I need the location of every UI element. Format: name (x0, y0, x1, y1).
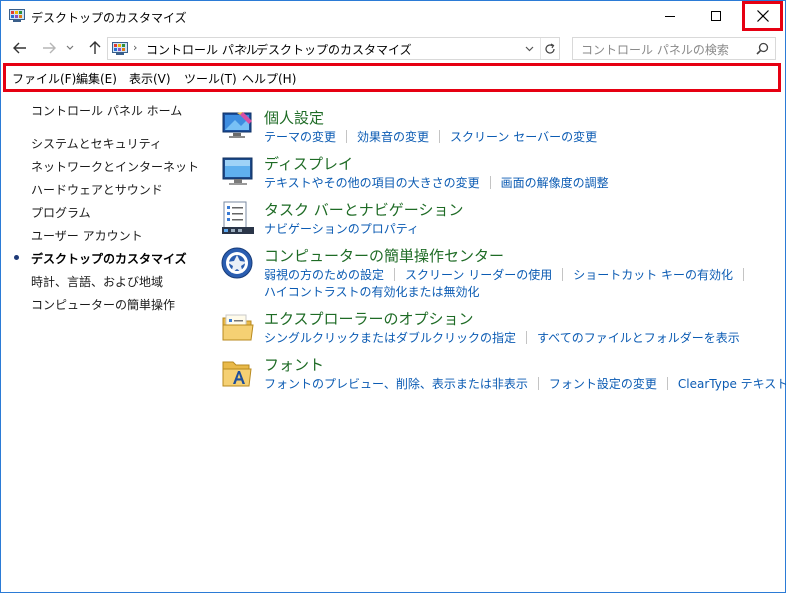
search-icon[interactable] (756, 42, 769, 58)
menu-file[interactable]: ファイル(F) (12, 70, 76, 87)
link-divider (439, 130, 441, 143)
sidebar: コントロール パネル ホーム システムとセキュリティ ネットワークとインターネッ… (1, 93, 211, 593)
search-placeholder: コントロール パネルの検索 (581, 43, 729, 57)
menu-view[interactable]: 表示(V) (129, 70, 171, 87)
link-change-theme[interactable]: テーマの変更 (264, 128, 336, 145)
back-arrow-icon (13, 42, 26, 54)
refresh-icon (545, 42, 555, 54)
link-single-double-click[interactable]: シングルクリックまたはダブルクリックの指定 (264, 329, 516, 346)
link-preview-fonts[interactable]: フォントのプレビュー、削除、表示または非表示 (264, 375, 528, 392)
sidebar-item-system-security[interactable]: システムとセキュリティ (31, 135, 162, 152)
personalization-icon[interactable] (221, 109, 255, 143)
maximize-button[interactable] (693, 1, 739, 31)
links-explorer-options: シングルクリックまたはダブルクリックの指定 すべてのファイルとフォルダーを表示 (264, 329, 740, 346)
section-taskbar: タスク バーとナビゲーション ナビゲーションのプロパティ (221, 201, 781, 241)
link-divider (537, 377, 539, 390)
maximize-icon (711, 11, 721, 21)
section-title-taskbar[interactable]: タスク バーとナビゲーション (264, 199, 463, 220)
link-screen-reader[interactable]: スクリーン リーダーの使用 (405, 266, 552, 283)
close-button[interactable] (742, 1, 783, 31)
link-divider (666, 377, 668, 390)
links-fonts: フォントのプレビュー、削除、表示または非表示 フォント設定の変更 ClearTy… (264, 375, 786, 392)
forward-button[interactable] (39, 38, 59, 58)
link-change-screensaver[interactable]: スクリーン セーバーの変更 (450, 128, 597, 145)
menu-edit[interactable]: 編集(E) (76, 70, 117, 87)
link-low-vision-settings[interactable]: 弱視の方のための設定 (264, 266, 384, 283)
control-panel-window: デスクトップのカスタマイズ › コントロール パネル › デスクトップのカスタマ… (0, 0, 786, 593)
close-icon (756, 10, 769, 22)
link-text-size[interactable]: テキストやその他の項目の大きさの変更 (264, 174, 480, 191)
refresh-button[interactable] (540, 38, 559, 59)
folder-options-icon[interactable] (221, 310, 255, 344)
back-button[interactable] (10, 38, 30, 58)
link-divider (489, 176, 491, 189)
control-panel-icon (9, 9, 25, 22)
breadcrumb-current[interactable]: デスクトップのカスタマイズ (256, 41, 412, 58)
links-ease-of-access: 弱視の方のための設定 スクリーン リーダーの使用 ショートカット キーの有効化 (264, 266, 754, 283)
link-change-sounds[interactable]: 効果音の変更 (357, 128, 429, 145)
link-navigation-properties[interactable]: ナビゲーションのプロパティ (264, 220, 419, 237)
link-show-hidden-files[interactable]: すべてのファイルとフォルダーを表示 (537, 329, 740, 346)
section-title-personalization[interactable]: 個人設定 (264, 107, 324, 128)
minimize-button[interactable] (647, 1, 693, 31)
link-divider (562, 268, 564, 281)
link-divider (346, 130, 348, 143)
link-shortcut-keys[interactable]: ショートカット キーの有効化 (573, 266, 733, 283)
section-personalization: 個人設定 テーマの変更 効果音の変更 スクリーン セーバーの変更 (221, 109, 781, 149)
display-icon[interactable] (221, 155, 255, 189)
sidebar-item-user-accounts[interactable]: ユーザー アカウント (31, 227, 143, 244)
links-display: テキストやその他の項目の大きさの変更 画面の解像度の調整 (264, 174, 609, 191)
up-button[interactable] (85, 38, 105, 58)
sidebar-item-network[interactable]: ネットワークとインターネット (31, 158, 199, 175)
breadcrumb-control-panel[interactable]: コントロール パネル (146, 41, 258, 58)
chevron-down-icon (525, 46, 533, 51)
recent-locations-button[interactable] (63, 38, 77, 58)
link-font-settings[interactable]: フォント設定の変更 (549, 375, 657, 392)
menu-help[interactable]: ヘルプ(H) (242, 70, 296, 87)
breadcrumb-chevron-icon[interactable]: › (133, 41, 137, 54)
chevron-down-icon (66, 45, 74, 50)
sidebar-item-ease-of-access[interactable]: コンピューターの簡単操作 (31, 296, 175, 313)
search-box[interactable]: コントロール パネルの検索 (572, 37, 776, 60)
section-ease-of-access: コンピューターの簡単操作センター 弱視の方のための設定 スクリーン リーダーの使… (221, 247, 781, 301)
sidebar-home-link[interactable]: コントロール パネル ホーム (31, 102, 182, 119)
link-screen-resolution[interactable]: 画面の解像度の調整 (501, 174, 609, 191)
ease-of-access-icon[interactable] (221, 247, 255, 281)
section-title-display[interactable]: ディスプレイ (264, 153, 353, 174)
breadcrumb-chevron-icon[interactable]: › (243, 41, 247, 54)
up-arrow-icon (89, 41, 101, 54)
sidebar-item-programs[interactable]: プログラム (31, 204, 91, 221)
link-divider (526, 331, 528, 344)
taskbar-icon[interactable] (221, 201, 255, 235)
forward-arrow-icon (43, 42, 56, 54)
address-history-button[interactable] (520, 38, 538, 59)
section-fonts: フォント フォントのプレビュー、削除、表示または非表示 フォント設定の変更 Cl… (221, 354, 786, 396)
minimize-icon (665, 16, 675, 17)
sidebar-item-clock-region[interactable]: 時計、言語、および地域 (31, 273, 163, 290)
section-title-ease-of-access[interactable]: コンピューターの簡単操作センター (264, 245, 504, 266)
links-personalization: テーマの変更 効果音の変更 スクリーン セーバーの変更 (264, 128, 597, 145)
section-title-fonts[interactable]: フォント (264, 354, 324, 375)
link-divider (743, 268, 745, 281)
section-title-explorer-options[interactable]: エクスプローラーのオプション (264, 308, 474, 329)
address-bar[interactable]: › コントロール パネル › デスクトップのカスタマイズ (107, 37, 560, 60)
link-cleartype[interactable]: ClearType テキストの調整 (678, 375, 786, 392)
title-bar[interactable]: デスクトップのカスタマイズ (1, 1, 785, 32)
section-display: ディスプレイ テキストやその他の項目の大きさの変更 画面の解像度の調整 (221, 155, 781, 195)
window-title: デスクトップのカスタマイズ (31, 11, 187, 25)
control-panel-icon (112, 42, 128, 55)
links-taskbar: ナビゲーションのプロパティ (264, 220, 419, 237)
section-explorer-options: エクスプローラーのオプション シングルクリックまたはダブルクリックの指定 すべて… (221, 310, 781, 350)
link-high-contrast[interactable]: ハイコントラストの有効化または無効化 (264, 283, 480, 300)
fonts-icon[interactable] (221, 356, 255, 390)
current-page-bullet (14, 255, 19, 260)
sidebar-item-appearance[interactable]: デスクトップのカスタマイズ (31, 250, 187, 267)
menu-bar: ファイル(F) 編集(E) 表示(V) ツール(T) ヘルプ(H) (3, 63, 781, 92)
navigation-bar: › コントロール パネル › デスクトップのカスタマイズ コントロール パネルの… (1, 34, 785, 62)
links-ease-of-access-row2: ハイコントラストの有効化または無効化 (264, 283, 480, 300)
menu-tools[interactable]: ツール(T) (184, 70, 237, 87)
sidebar-item-hardware[interactable]: ハードウェアとサウンド (31, 181, 163, 198)
link-divider (394, 268, 396, 281)
